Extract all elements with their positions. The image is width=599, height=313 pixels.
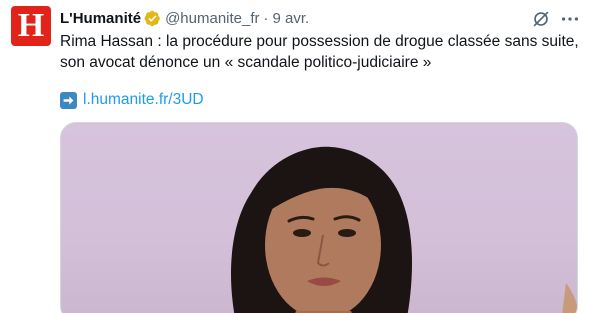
tweet-card[interactable]: H L'Humanité @humanite_fr · 9 avr. Rima … — [0, 0, 599, 313]
tweet-text-line: son avocat dénonce un « scandale politic… — [60, 54, 432, 71]
tweet-media-image[interactable] — [60, 122, 578, 313]
handle[interactable]: @humanite_fr — [165, 10, 259, 27]
link-row: l.humanite.fr/3UD — [60, 90, 204, 110]
grok-icon[interactable] — [530, 8, 552, 30]
verified-badge-icon[interactable] — [144, 10, 161, 27]
more-options-icon[interactable] — [559, 8, 581, 30]
display-name[interactable]: L'Humanité — [60, 10, 141, 27]
tweet-date[interactable]: 9 avr. — [273, 10, 310, 27]
separator-dot: · — [263, 9, 269, 27]
tweet-header: L'Humanité @humanite_fr · 9 avr. — [60, 7, 309, 29]
tweet-text: Rima Hassan : la procédure pour possessi… — [60, 31, 590, 73]
portrait-photo — [231, 146, 577, 313]
tweet-text-line: Rima Hassan : la procédure pour possessi… — [60, 33, 579, 50]
tweet-link[interactable]: l.humanite.fr/3UD — [83, 91, 204, 109]
avatar-letter: H — [17, 7, 45, 44]
avatar[interactable]: H — [11, 6, 51, 46]
right-arrow-emoji-icon — [60, 91, 77, 109]
